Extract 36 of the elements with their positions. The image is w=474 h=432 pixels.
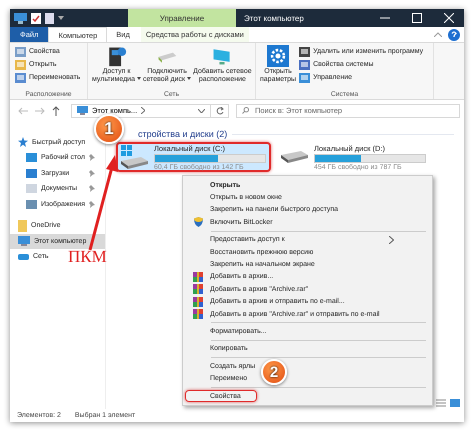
search-icon bbox=[242, 107, 249, 114]
maximize-icon[interactable] bbox=[412, 13, 422, 23]
annotation-text: ПКМ bbox=[68, 247, 107, 267]
close-icon[interactable] bbox=[444, 13, 454, 23]
star-icon bbox=[18, 137, 28, 148]
up-arrow-icon[interactable] bbox=[52, 106, 60, 116]
hard-drive-icon bbox=[121, 157, 149, 169]
details-view-icon[interactable] bbox=[436, 399, 446, 407]
archive-icon bbox=[193, 296, 203, 307]
hard-drive-icon bbox=[281, 151, 309, 163]
shield-icon bbox=[194, 217, 202, 228]
dropdown-arrow-icon bbox=[187, 77, 192, 80]
dropdown-arrow-icon bbox=[136, 77, 141, 80]
collapse-ribbon-icon[interactable] bbox=[434, 32, 442, 37]
context-tab-header: Управление bbox=[128, 9, 236, 27]
archive-icon bbox=[193, 284, 203, 294]
help-icon[interactable] bbox=[448, 28, 460, 40]
section-header: стройства и диски (2) bbox=[138, 129, 228, 139]
dropdown-icon[interactable] bbox=[58, 16, 64, 20]
chevron-icon bbox=[141, 107, 146, 114]
refresh-icon bbox=[216, 106, 224, 114]
archive-icon bbox=[193, 272, 203, 282]
pin-icon[interactable] bbox=[89, 200, 95, 208]
archive-icon bbox=[193, 309, 203, 320]
pin-icon[interactable] bbox=[89, 185, 95, 192]
pin-icon[interactable] bbox=[89, 170, 95, 177]
dropdown-icon[interactable] bbox=[198, 108, 205, 112]
window-title: Этот компьютер bbox=[243, 14, 305, 22]
pin-icon[interactable] bbox=[89, 154, 95, 162]
chevron-icon bbox=[388, 236, 394, 244]
windows-logo-icon bbox=[121, 145, 132, 156]
gear-icon bbox=[267, 45, 290, 67]
refresh-button[interactable] bbox=[211, 104, 229, 118]
step-badge: 1 bbox=[94, 114, 124, 144]
properties-icon[interactable] bbox=[31, 12, 41, 24]
step-badge: 2 bbox=[261, 359, 287, 385]
